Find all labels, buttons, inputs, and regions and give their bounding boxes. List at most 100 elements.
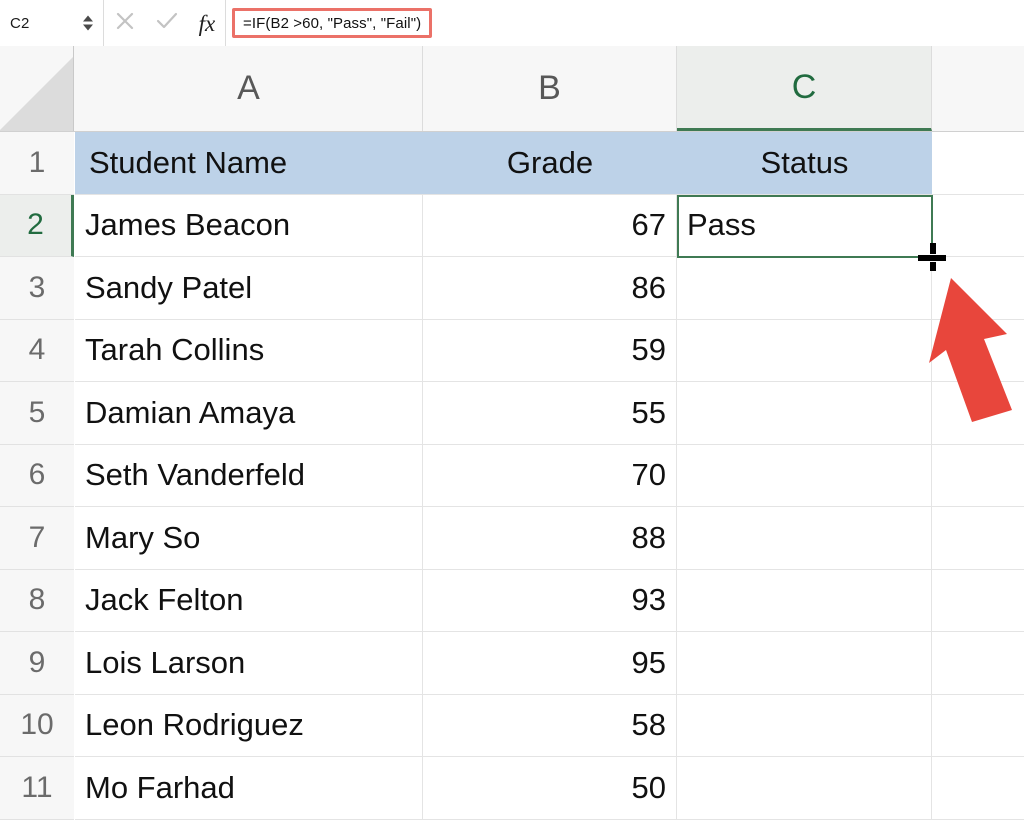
row-header-8[interactable]: 8 — [0, 569, 74, 632]
cell-b4[interactable]: 59 — [423, 319, 677, 381]
row-header-label: 5 — [28, 395, 46, 429]
select-all-corner[interactable] — [0, 46, 74, 131]
cell-b1[interactable]: Grade — [423, 132, 677, 194]
row-header-label: 1 — [28, 145, 46, 179]
cell-c2[interactable]: Pass — [677, 194, 932, 256]
table-row: Sandy Patel 86 — [75, 257, 1024, 320]
spinner-up-icon[interactable] — [83, 15, 93, 22]
column-header-b[interactable]: B — [423, 46, 677, 131]
column-header-b-label: B — [538, 69, 561, 107]
cell-a5-text: Damian Amaya — [85, 394, 296, 430]
select-all-triangle-icon — [0, 57, 73, 131]
confirm-check-icon[interactable] — [155, 10, 179, 37]
cell-b10-text: 58 — [631, 707, 666, 743]
cell-a9-text: Lois Larson — [85, 644, 246, 680]
cell-b8[interactable]: 93 — [423, 569, 677, 631]
cell-c6[interactable] — [677, 444, 932, 506]
row-header-5[interactable]: 5 — [0, 382, 74, 445]
cell-a8[interactable]: Jack Felton — [75, 569, 423, 631]
cell-c11[interactable] — [677, 757, 932, 819]
table-row: Leon Rodriguez 58 — [75, 694, 1024, 757]
cell-b6-text: 70 — [631, 457, 666, 493]
cancel-x-icon[interactable] — [114, 10, 136, 37]
cell-a1[interactable]: Student Name — [75, 132, 423, 194]
cell-a4[interactable]: Tarah Collins — [75, 319, 423, 381]
cell-c1-text: Status — [760, 144, 849, 180]
cell-c10[interactable] — [677, 694, 932, 756]
row-header-label: 6 — [28, 458, 46, 492]
cell-b7-text: 88 — [631, 519, 666, 555]
row-header-7[interactable]: 7 — [0, 507, 74, 570]
cell-a5[interactable]: Damian Amaya — [75, 382, 423, 444]
cell-a11[interactable]: Mo Farhad — [75, 757, 423, 819]
cell-c8[interactable] — [677, 569, 932, 631]
cell-b3-text: 86 — [631, 269, 666, 305]
column-header-d[interactable] — [932, 46, 1024, 131]
table-row: James Beacon 67 Pass — [75, 194, 1024, 257]
cell-a1-text: Student Name — [89, 144, 288, 180]
table-row: Jack Felton 93 — [75, 569, 1024, 632]
fx-insert-function-icon[interactable]: fx — [199, 12, 216, 35]
cell-a2-text: James Beacon — [85, 207, 291, 243]
row-header-label: 11 — [21, 770, 53, 804]
table-row: Lois Larson 95 — [75, 632, 1024, 695]
cell-a4-text: Tarah Collins — [85, 332, 265, 368]
cell-b11[interactable]: 50 — [423, 757, 677, 819]
cell-a8-text: Jack Felton — [85, 582, 244, 618]
cell-a10-text: Leon Rodriguez — [85, 707, 304, 743]
cell-b8-text: 93 — [631, 582, 666, 618]
row-header-3[interactable]: 3 — [0, 257, 74, 320]
cell-c5[interactable] — [677, 382, 932, 444]
column-header-c[interactable]: C — [677, 46, 932, 131]
formula-input-wrapper[interactable]: =IF(B2 >60, "Pass", "Fail") — [226, 0, 1024, 46]
column-header-a[interactable]: A — [75, 46, 423, 131]
spreadsheet-grid: A B C 1 2 3 4 5 6 7 8 9 10 11 Student Name Grade Sta… — [0, 46, 1024, 820]
row-header-label: 9 — [28, 645, 46, 679]
column-header-row: A B C — [0, 46, 1024, 132]
row-header-label: 4 — [28, 333, 46, 367]
cell-b11-text: 50 — [631, 769, 666, 805]
name-box-spinner[interactable] — [83, 15, 93, 31]
cell-b9-text: 95 — [631, 644, 666, 680]
row-header-2[interactable]: 2 — [0, 194, 74, 257]
row-header-10[interactable]: 10 — [0, 694, 74, 757]
cell-c7[interactable] — [677, 507, 932, 569]
table-row: Tarah Collins 59 — [75, 319, 1024, 382]
table-row: Damian Amaya 55 — [75, 382, 1024, 445]
cell-c3[interactable] — [677, 257, 932, 319]
row-header-4[interactable]: 4 — [0, 319, 74, 382]
row-header-9[interactable]: 9 — [0, 632, 74, 695]
cell-b2[interactable]: 67 — [423, 194, 677, 256]
cell-a10[interactable]: Leon Rodriguez — [75, 694, 423, 756]
column-header-a-label: A — [237, 69, 260, 107]
cell-b3[interactable]: 86 — [423, 257, 677, 319]
cell-a6-text: Seth Vanderfeld — [85, 457, 306, 493]
cell-a3-text: Sandy Patel — [85, 269, 253, 305]
spinner-down-icon[interactable] — [83, 24, 93, 31]
row-header-label: 2 — [27, 208, 44, 242]
formula-input[interactable]: =IF(B2 >60, "Pass", "Fail") — [243, 15, 421, 32]
cell-b6[interactable]: 70 — [423, 444, 677, 506]
cell-c1[interactable]: Status — [677, 132, 932, 194]
cell-a6[interactable]: Seth Vanderfeld — [75, 444, 423, 506]
table-row: Mo Farhad 50 — [75, 757, 1024, 820]
row-header-11[interactable]: 11 — [0, 757, 74, 820]
cell-a7[interactable]: Mary So — [75, 507, 423, 569]
cell-a11-text: Mo Farhad — [85, 769, 235, 805]
cell-c2-text: Pass — [687, 207, 756, 243]
row-header-6[interactable]: 6 — [0, 444, 74, 507]
cell-c9[interactable] — [677, 632, 932, 694]
cell-b7[interactable]: 88 — [423, 507, 677, 569]
name-box[interactable]: C2 — [0, 0, 104, 46]
cell-a9[interactable]: Lois Larson — [75, 632, 423, 694]
cell-b5[interactable]: 55 — [423, 382, 677, 444]
cell-b9[interactable]: 95 — [423, 632, 677, 694]
cell-a7-text: Mary So — [85, 519, 201, 555]
cell-a2[interactable]: James Beacon — [75, 194, 423, 256]
formula-highlight-box: =IF(B2 >60, "Pass", "Fail") — [232, 8, 433, 38]
cell-b10[interactable]: 58 — [423, 694, 677, 756]
row-header-1[interactable]: 1 — [0, 132, 74, 195]
row-header-column: 1 2 3 4 5 6 7 8 9 10 11 — [0, 132, 74, 820]
cell-a3[interactable]: Sandy Patel — [75, 257, 423, 319]
cell-c4[interactable] — [677, 319, 932, 381]
